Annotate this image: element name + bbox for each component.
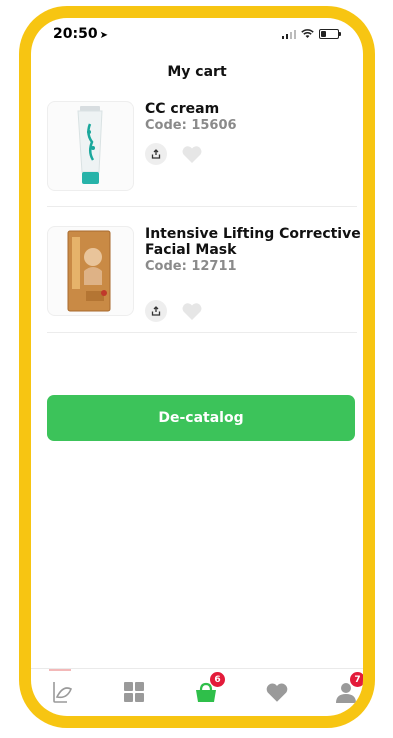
favorite-button[interactable] (181, 301, 203, 321)
grid-icon (124, 682, 144, 702)
tab-profile[interactable]: 7 (331, 672, 363, 707)
tab-home[interactable] (47, 677, 77, 707)
heart-icon (182, 302, 202, 320)
tab-catalog[interactable] (119, 677, 149, 707)
battery-icon (319, 29, 341, 39)
tab-favorites[interactable] (262, 677, 292, 707)
signal-icon (282, 29, 296, 39)
location-icon: ➤ (99, 30, 108, 41)
product-code: Code: 12711 (145, 259, 237, 274)
divider (47, 206, 357, 207)
share-icon (151, 149, 161, 159)
product-name: CC cream (145, 101, 220, 117)
product-image[interactable] (47, 226, 134, 316)
status-icons (282, 29, 341, 39)
share-button[interactable] (145, 143, 167, 165)
product-name: Intensive Lifting Corrective Facial Mask (145, 226, 361, 258)
tab-bar: 6 7 (31, 668, 363, 716)
page-title: My cart (167, 64, 227, 80)
wifi-icon (301, 29, 314, 38)
share-icon (151, 306, 161, 316)
share-button[interactable] (145, 300, 167, 322)
tab-cart[interactable]: 6 (191, 672, 225, 707)
status-bar: 20:50 ➤ (31, 18, 363, 54)
product-image[interactable] (47, 101, 134, 191)
heart-icon (266, 683, 288, 702)
active-tab-indicator (49, 669, 71, 671)
logo-icon (53, 682, 73, 703)
de-catalog-button[interactable]: De-catalog (47, 395, 355, 441)
screen: 20:50 ➤ My cart CC cream Code: 15606 Int… (31, 18, 363, 716)
divider (47, 332, 357, 333)
cart-count-badge: 6 (210, 672, 225, 687)
product-code: Code: 15606 (145, 118, 237, 133)
favorite-button[interactable] (181, 144, 203, 164)
status-time: 20:50 (53, 26, 98, 42)
heart-icon (182, 145, 202, 163)
profile-count-badge: 7 (350, 672, 363, 687)
